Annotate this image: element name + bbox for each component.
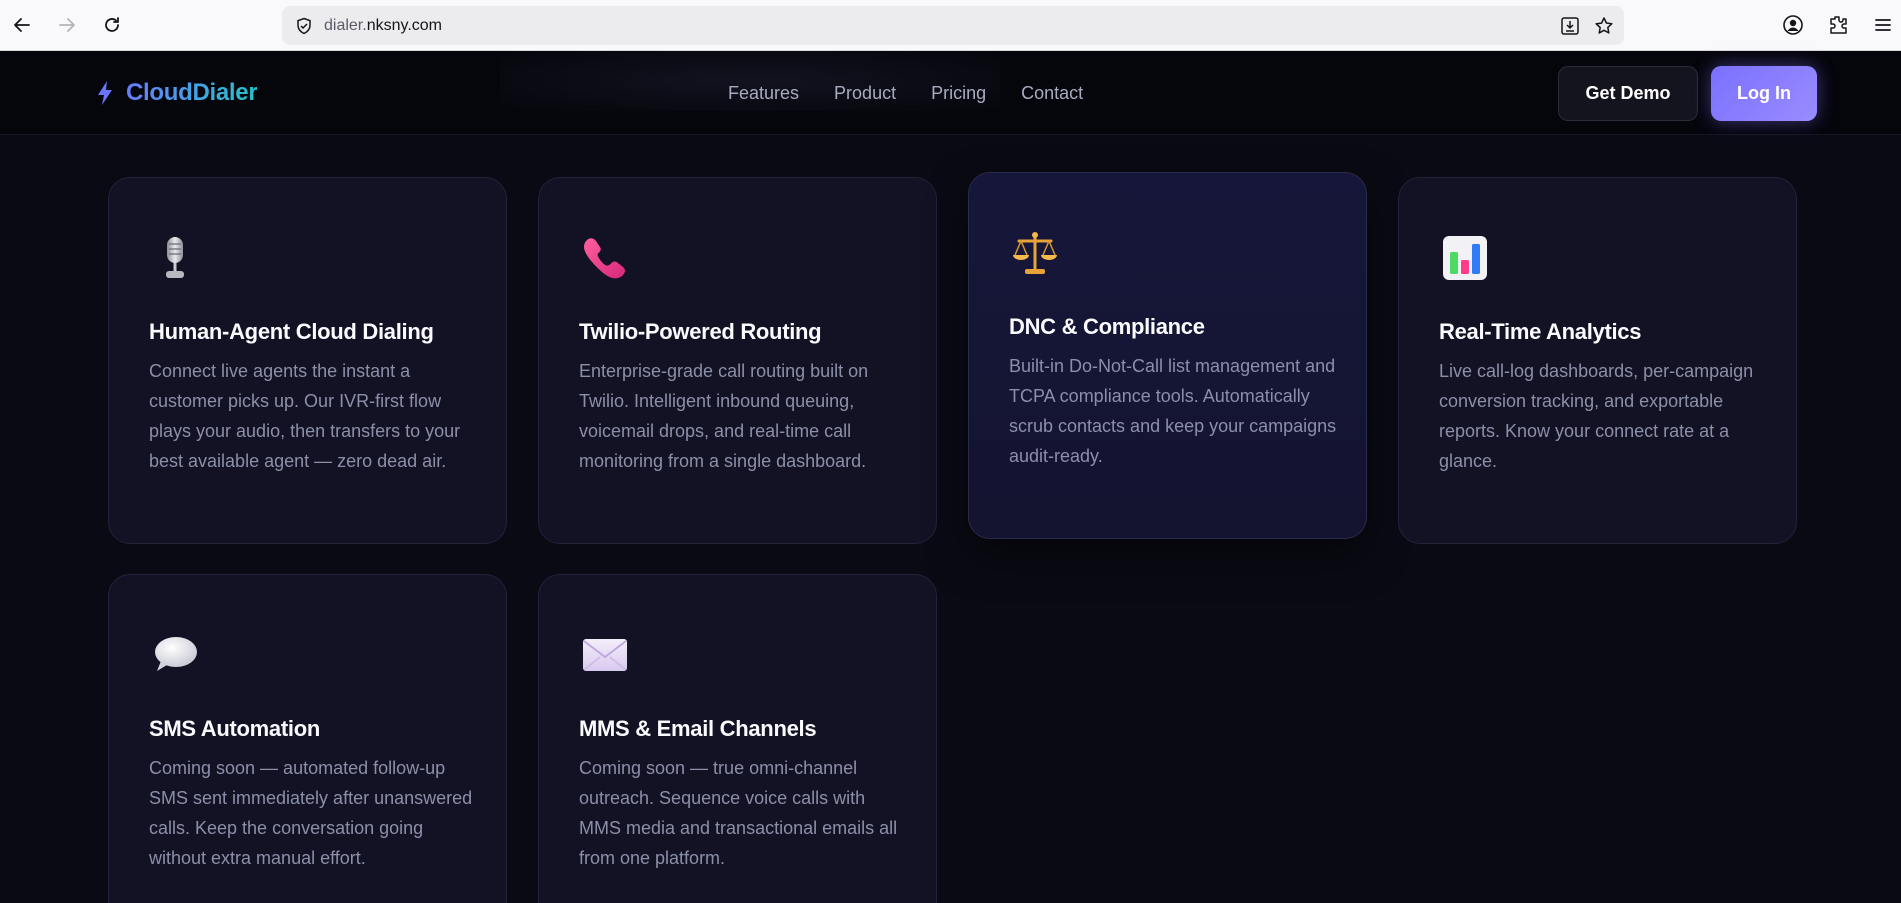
log-in-button[interactable]: Log In — [1711, 66, 1817, 121]
url-prefix: dialer. — [324, 17, 367, 34]
feature-title: SMS Automation — [149, 716, 320, 741]
extensions-icon[interactable] — [1825, 12, 1851, 38]
feature-description: Live call-log dashboards, per-campaign c… — [1439, 361, 1754, 471]
feature-card: Twilio-Powered Routing Enterprise-grade … — [538, 177, 937, 544]
feature-card: Real-Time Analytics Live call-log dashbo… — [1398, 177, 1797, 544]
feature-description: Connect live agents the instant a custom… — [149, 361, 461, 471]
feature-description: Enterprise-grade call routing built on T… — [579, 361, 869, 471]
nav-product[interactable]: Product — [834, 83, 896, 104]
arrow-left-icon — [14, 18, 30, 32]
url-text: dialer.nksny.com — [324, 17, 442, 35]
reload-icon — [105, 17, 119, 32]
feature-title: Twilio-Powered Routing — [579, 319, 822, 344]
brand-logo[interactable]: CloudDialer — [96, 79, 258, 107]
nav-contact[interactable]: Contact — [1021, 83, 1083, 104]
menu-icon[interactable] — [1870, 12, 1896, 38]
back-button[interactable] — [8, 11, 36, 39]
feature-title: MMS & Email Channels — [579, 716, 817, 741]
speech-bubble-icon — [149, 629, 201, 681]
account-icon[interactable] — [1780, 12, 1806, 38]
browser-toolbar: dialer.nksny.com — [0, 0, 1901, 51]
feature-card: DNC & Compliance Built-in Do-Not-Call li… — [968, 172, 1367, 539]
brand-name: CloudDialer — [126, 79, 258, 106]
get-demo-button[interactable]: Get Demo — [1558, 66, 1698, 121]
feature-card: Human-Agent Cloud Dialing Connect live a… — [108, 177, 507, 544]
url-domain: nksny.com — [366, 17, 442, 34]
arrow-right-icon — [59, 18, 75, 32]
download-icon[interactable] — [1558, 14, 1582, 38]
reload-button[interactable] — [98, 11, 126, 39]
feature-card: SMS Automation Coming soon — automated f… — [108, 574, 507, 903]
forward-button[interactable] — [53, 11, 81, 39]
feature-description: Coming soon — automated follow-up SMS se… — [149, 758, 473, 868]
phone-icon — [579, 232, 631, 284]
bar-chart-icon — [1439, 232, 1491, 284]
envelope-icon — [579, 629, 631, 681]
lightning-icon — [98, 81, 112, 105]
scales-icon — [1009, 227, 1061, 279]
star-icon[interactable] — [1592, 14, 1616, 38]
shield-icon[interactable] — [292, 14, 316, 38]
feature-title: DNC & Compliance — [1009, 314, 1205, 339]
feature-title: Real-Time Analytics — [1439, 319, 1642, 344]
address-bar[interactable]: dialer.nksny.com — [282, 6, 1624, 45]
nav-pricing[interactable]: Pricing — [931, 83, 986, 104]
site-header: CloudDialer Features Product Pricing Con… — [0, 51, 1901, 135]
microphone-icon — [149, 232, 201, 284]
nav-features[interactable]: Features — [728, 83, 799, 104]
feature-description: Built-in Do-Not-Call list management and… — [1009, 356, 1337, 466]
feature-description: Coming soon — true omni-channel outreach… — [579, 758, 898, 868]
main-nav: Features Product Pricing Contact — [728, 83, 1083, 104]
feature-card: MMS & Email Channels Coming soon — true … — [538, 574, 937, 903]
feature-title: Human-Agent Cloud Dialing — [149, 319, 434, 344]
